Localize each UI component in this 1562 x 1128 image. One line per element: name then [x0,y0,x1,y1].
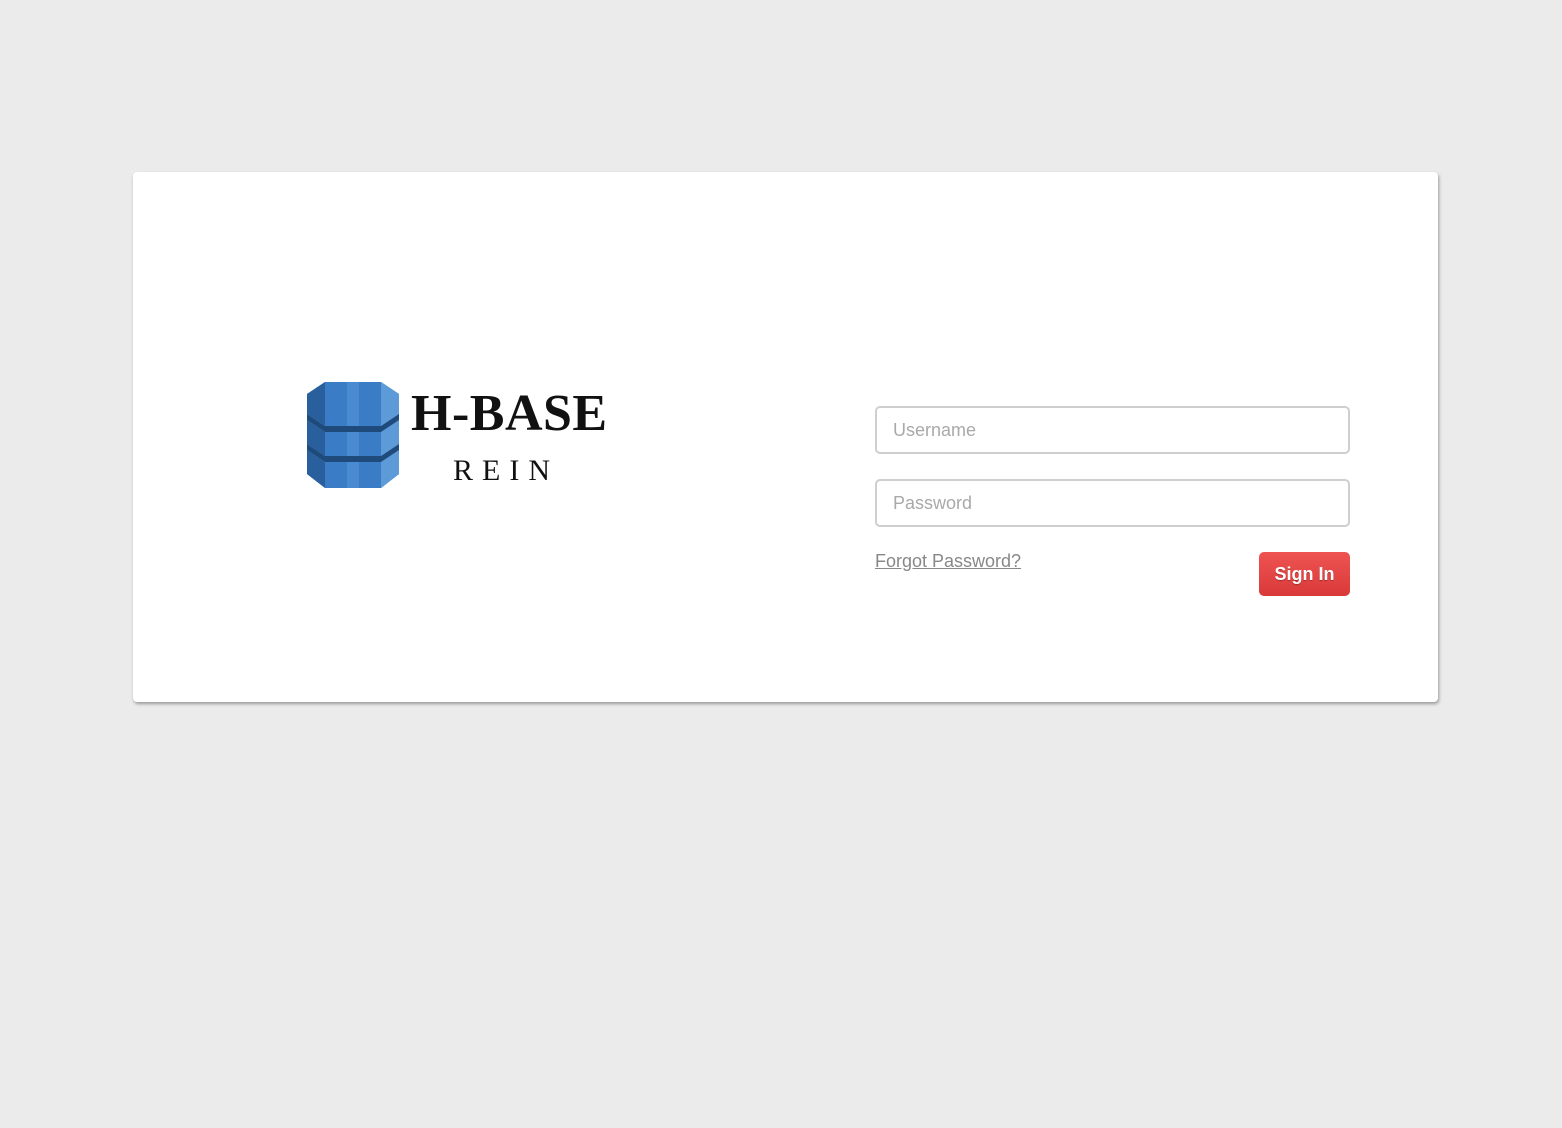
form-actions: Forgot Password? Sign In [875,551,1350,597]
forgot-password-link[interactable]: Forgot Password? [875,551,1021,572]
login-card: H-BASE REIN Forgot Password? Sign In [133,172,1438,702]
brand-logo: H-BASE REIN [303,378,623,490]
username-input[interactable] [875,406,1350,454]
password-input[interactable] [875,479,1350,527]
database-icon [307,382,399,488]
sign-in-button[interactable]: Sign In [1259,552,1350,596]
login-form: Forgot Password? Sign In [875,406,1350,597]
brand-title: H-BASE [411,385,608,442]
brand-subtitle: REIN [453,454,559,487]
